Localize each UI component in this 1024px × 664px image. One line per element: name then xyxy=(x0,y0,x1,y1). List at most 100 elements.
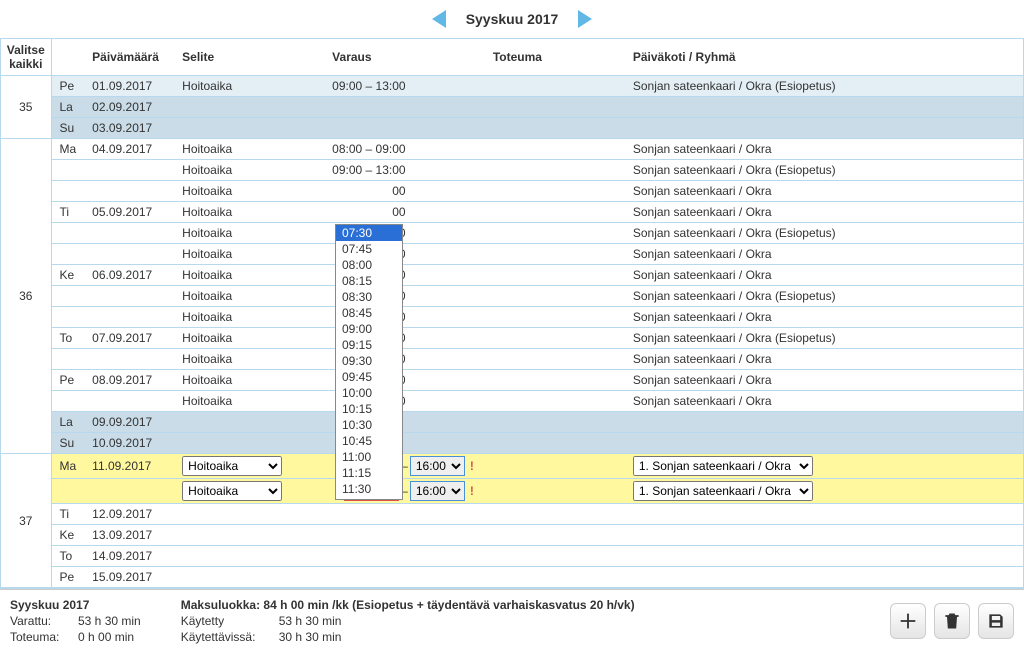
time-option[interactable]: 08:45 xyxy=(336,305,402,321)
group-cell xyxy=(625,525,1023,546)
date-cell: 05.09.2017 xyxy=(84,202,174,223)
toteuma-label: Toteuma: xyxy=(10,630,70,644)
time-dropdown-list[interactable]: 07:3007:4508:0008:1508:3008:4509:0009:15… xyxy=(335,224,403,500)
time-option[interactable]: 09:30 xyxy=(336,353,402,369)
table-row[interactable]: Ke13.09.2017 xyxy=(1,525,1023,546)
table-row[interactable]: Ti05.09.2017Hoitoaika09:00 – 16:00Sonjan… xyxy=(1,202,1023,223)
varaus-end-select[interactable]: 16:00 xyxy=(410,456,465,476)
time-option[interactable]: 10:30 xyxy=(336,417,402,433)
time-option[interactable]: 07:45 xyxy=(336,241,402,257)
group-cell: Sonjan sateenkaari / Okra xyxy=(625,307,1023,328)
table-row[interactable]: Hoitoaika09:00 – 16:00Sonjan sateenkaari… xyxy=(1,223,1023,244)
day-cell: To xyxy=(51,546,84,567)
group-select[interactable]: 1. Sonjan sateenkaari / Okra xyxy=(633,481,813,501)
varaus-cell xyxy=(324,118,485,139)
varaus-cell: 09:00 – 13:00 xyxy=(324,160,485,181)
time-option[interactable]: 10:00 xyxy=(336,385,402,401)
selite-cell: Hoitoaika xyxy=(174,181,324,202)
toteuma-cell xyxy=(485,139,625,160)
group-cell: Sonjan sateenkaari / Okra (Esiopetus) xyxy=(625,223,1023,244)
table-row[interactable]: Hoitoaika09:00 – 16:00Sonjan sateenkaari… xyxy=(1,391,1023,412)
group-cell xyxy=(625,412,1023,433)
table-row[interactable]: Hoitoaika09:00 – 16:00Sonjan sateenkaari… xyxy=(1,349,1023,370)
time-option[interactable]: 09:00 xyxy=(336,321,402,337)
day-cell: La xyxy=(51,412,84,433)
time-option[interactable]: 10:45 xyxy=(336,433,402,449)
table-row[interactable]: La02.09.2017 xyxy=(1,97,1023,118)
selite-cell xyxy=(174,567,324,588)
time-option[interactable]: 09:45 xyxy=(336,369,402,385)
time-option[interactable]: 08:00 xyxy=(336,257,402,273)
group-cell xyxy=(625,567,1023,588)
table-row[interactable]: Pe15.09.2017 xyxy=(1,567,1023,588)
time-option[interactable]: 11:15 xyxy=(336,465,402,481)
warning-icon: ! xyxy=(467,484,477,498)
day-cell: Pe xyxy=(51,76,84,97)
table-row[interactable]: Hoitoaika09:00 – 16:00Sonjan sateenkaari… xyxy=(1,307,1023,328)
next-month-button[interactable] xyxy=(578,10,592,28)
group-select[interactable]: 1. Sonjan sateenkaari / Okra xyxy=(633,456,813,476)
toteuma-cell xyxy=(485,244,625,265)
time-option[interactable]: 10:15 xyxy=(336,401,402,417)
varaus-cell xyxy=(324,525,485,546)
date-cell: 09.09.2017 xyxy=(84,412,174,433)
table-row[interactable]: 35Pe01.09.2017Hoitoaika09:00 – 13:00Sonj… xyxy=(1,76,1023,97)
table-row[interactable]: To07.09.2017Hoitoaika09:00 – 16:00Sonjan… xyxy=(1,328,1023,349)
time-option[interactable]: 11:45 xyxy=(336,497,402,500)
table-row[interactable]: To14.09.2017 xyxy=(1,546,1023,567)
time-option[interactable]: 09:15 xyxy=(336,337,402,353)
selite-cell: Hoitoaika xyxy=(174,349,324,370)
group-cell: Sonjan sateenkaari / Okra xyxy=(625,139,1023,160)
table-row[interactable]: Hoitoaika09:00 – 16:00Sonjan sateenkaari… xyxy=(1,181,1023,202)
toteuma-cell xyxy=(485,76,625,97)
table-row[interactable]: La09.09.2017 xyxy=(1,412,1023,433)
prev-month-button[interactable] xyxy=(432,10,446,28)
selite-select[interactable]: Hoitoaika xyxy=(182,456,282,476)
select-all-header[interactable]: Valitse kaikki xyxy=(1,39,51,76)
add-button[interactable] xyxy=(890,603,926,639)
table-row[interactable]: Ti12.09.2017 xyxy=(1,504,1023,525)
date-cell xyxy=(84,479,174,504)
group-cell xyxy=(625,118,1023,139)
time-option[interactable]: 08:30 xyxy=(336,289,402,305)
selite-cell xyxy=(174,504,324,525)
table-row[interactable]: Hoitoaika09:00 – 13:00Sonjan sateenkaari… xyxy=(1,160,1023,181)
time-option[interactable]: 11:30 xyxy=(336,481,402,497)
delete-button[interactable] xyxy=(934,603,970,639)
toteuma-value: 0 h 00 min xyxy=(78,630,134,644)
selite-cell: Hoitoaika xyxy=(174,265,324,286)
date-cell xyxy=(84,286,174,307)
day-cell: Su xyxy=(51,433,84,454)
time-option[interactable]: 07:30 xyxy=(336,225,402,241)
date-cell: 13.09.2017 xyxy=(84,525,174,546)
selite-cell xyxy=(174,118,324,139)
table-row[interactable]: Hoitoaika!08:00 – 16:00!1. Sonjan sateen… xyxy=(1,479,1023,504)
table-row[interactable]: 36Ma04.09.2017Hoitoaika08:00 – 09:00Sonj… xyxy=(1,139,1023,160)
date-cell: 01.09.2017 xyxy=(84,76,174,97)
table-row[interactable]: Su10.09.2017 xyxy=(1,433,1023,454)
date-cell: 06.09.2017 xyxy=(84,265,174,286)
table-row[interactable]: 37Ma11.09.2017Hoitoaika!08:00 – 16:00!1.… xyxy=(1,454,1023,479)
table-row[interactable]: Su03.09.2017 xyxy=(1,118,1023,139)
table-row[interactable]: Hoitoaika09:00 – 16:00Sonjan sateenkaari… xyxy=(1,244,1023,265)
table-row[interactable]: Hoitoaika09:00 – 16:00Sonjan sateenkaari… xyxy=(1,286,1023,307)
time-option[interactable]: 08:15 xyxy=(336,273,402,289)
toteuma-cell xyxy=(485,181,625,202)
selite-cell xyxy=(174,546,324,567)
save-button[interactable] xyxy=(978,603,1014,639)
date-cell: 14.09.2017 xyxy=(84,546,174,567)
varaus-end-select[interactable]: 16:00 xyxy=(410,481,465,501)
table-row[interactable]: Pe08.09.2017Hoitoaika09:00 – 16:00Sonjan… xyxy=(1,370,1023,391)
selite-select[interactable]: Hoitoaika xyxy=(182,481,282,501)
varaus-cell: 09:00 – 16:00 xyxy=(324,181,485,202)
table-row[interactable]: Ke06.09.2017Hoitoaika09:00 – 16:00Sonjan… xyxy=(1,265,1023,286)
date-cell xyxy=(84,391,174,412)
selite-cell xyxy=(174,97,324,118)
group-cell: Sonjan sateenkaari / Okra xyxy=(625,349,1023,370)
varaus-cell xyxy=(324,567,485,588)
time-option[interactable]: 11:00 xyxy=(336,449,402,465)
varaus-cell xyxy=(324,97,485,118)
group-cell xyxy=(625,546,1023,567)
date-cell: 11.09.2017 xyxy=(84,454,174,479)
day-cell: Ke xyxy=(51,525,84,546)
